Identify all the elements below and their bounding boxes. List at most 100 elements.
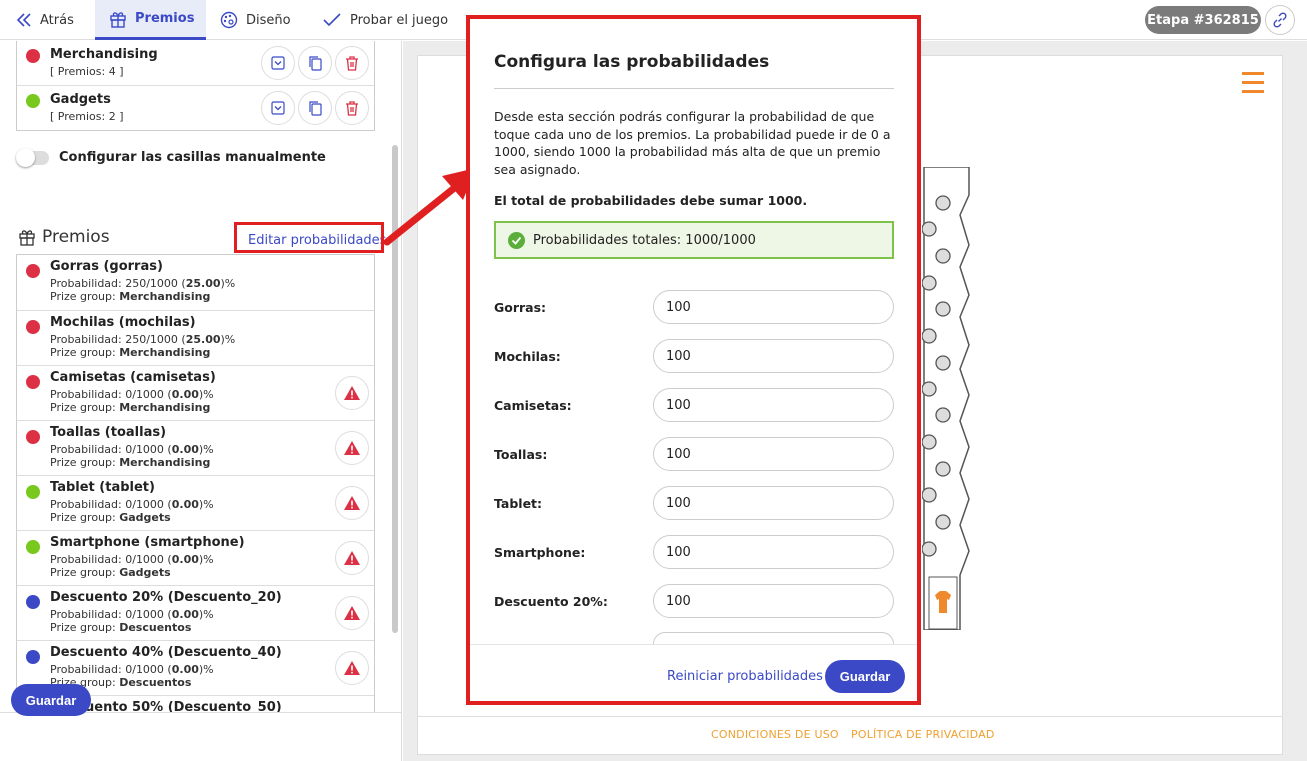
warning-button[interactable]: [335, 596, 369, 630]
modal-divider: [494, 88, 894, 89]
prize-probability: Probabilidad: 0/1000 (0.00)%: [50, 553, 214, 566]
prize-group: Prize group: Merchandising: [50, 401, 211, 414]
prize-row[interactable]: Toallas (toallas) Probabilidad: 0/1000 (0…: [17, 420, 374, 475]
warning-button[interactable]: [335, 651, 369, 685]
probability-input[interactable]: [653, 339, 894, 373]
modal-description: Desde esta sección podrás configurar la …: [494, 109, 891, 177]
probability-label: Mochilas:: [494, 349, 561, 364]
prize-list: Gorras (gorras) Probabilidad: 250/1000 (2…: [16, 254, 375, 751]
warning-icon: [344, 386, 360, 400]
warning-button[interactable]: [335, 431, 369, 465]
collapse-button[interactable]: [261, 91, 295, 125]
prize-probability: Probabilidad: 0/1000 (0.00)%: [50, 663, 214, 676]
manual-cells-toggle[interactable]: [16, 148, 49, 167]
group-count: [ Premios: 4 ]: [50, 65, 124, 78]
copy-icon: [309, 101, 322, 116]
prize-name: Smartphone (smartphone): [50, 535, 245, 550]
success-alert: Probabilidades totales: 1000/1000: [494, 221, 894, 259]
probability-input[interactable]: [653, 437, 894, 471]
prize-probability: Probabilidad: 0/1000 (0.00)%: [50, 498, 214, 511]
prize-name: Descuento 20% (Descuento_20): [50, 590, 282, 605]
warning-icon: [344, 661, 360, 675]
delete-button[interactable]: [335, 46, 369, 80]
terms-link[interactable]: CONDICIONES DE USO: [711, 728, 839, 741]
premios-heading-label: Premios: [42, 227, 110, 247]
prize-row[interactable]: Mochilas (mochilas) Probabilidad: 250/100…: [17, 310, 374, 365]
probability-input[interactable]: [653, 486, 894, 520]
prize-name: Mochilas (mochilas): [50, 315, 196, 330]
prize-color-dot: [26, 540, 40, 554]
trash-icon: [346, 101, 358, 116]
prize-color-dot: [26, 595, 40, 609]
palette-icon: [220, 11, 238, 29]
group-name: Gadgets: [50, 92, 111, 107]
prize-group: Prize group: Merchandising: [50, 290, 211, 303]
copy-icon: [309, 56, 322, 71]
modal-total-note: El total de probabilidades debe sumar 10…: [494, 193, 808, 208]
save-button[interactable]: Guardar: [11, 684, 91, 716]
warning-icon: [344, 606, 360, 620]
warning-button[interactable]: [335, 376, 369, 410]
left-footer: [0, 712, 401, 761]
chevron-down-box-icon: [271, 101, 285, 115]
hamburger-menu-icon[interactable]: [1242, 72, 1264, 99]
prize-color-dot: [26, 485, 40, 499]
prize-row[interactable]: Camisetas (camisetas) Probabilidad: 0/100…: [17, 365, 374, 420]
privacy-link[interactable]: POLÍTICA DE PRIVACIDAD: [851, 728, 995, 741]
duplicate-button[interactable]: [298, 46, 332, 80]
probability-input[interactable]: [653, 584, 894, 618]
group-row: Gadgets [ Premios: 2 ]: [17, 85, 374, 130]
duplicate-button[interactable]: [298, 91, 332, 125]
prize-name: Toallas (toallas): [50, 425, 167, 440]
tab-premios[interactable]: Premios: [95, 0, 206, 40]
prize-probability: Probabilidad: 0/1000 (0.00)%: [50, 388, 214, 401]
warning-icon: [344, 551, 360, 565]
prize-group: Prize group: Gadgets: [50, 566, 171, 579]
double-chevron-left-icon: [16, 13, 31, 27]
reset-probabilities-link[interactable]: Reiniciar probabilidades: [667, 669, 823, 684]
prize-row[interactable]: Tablet (tablet) Probabilidad: 0/1000 (0.0…: [17, 475, 374, 530]
prize-name: Gorras (gorras): [50, 259, 163, 274]
modal-save-button[interactable]: Guardar: [825, 660, 905, 693]
probability-label: Tablet:: [494, 496, 543, 511]
tab-diseno[interactable]: Diseño: [220, 0, 291, 40]
trash-icon: [346, 56, 358, 71]
tab-diseno-label: Diseño: [246, 12, 291, 28]
tab-probar[interactable]: Probar el juego: [322, 0, 448, 40]
warning-button[interactable]: [335, 486, 369, 520]
probability-input-partial[interactable]: [653, 632, 894, 644]
modal-title: Configura las probabilidades: [494, 52, 770, 72]
prize-name: Descuento 40% (Descuento_40): [50, 645, 282, 660]
check-icon: [323, 13, 341, 27]
modal-footer-divider: [469, 644, 918, 645]
prize-group: Prize group: Gadgets: [50, 511, 171, 524]
group-row: Merchandising [ Premios: 4 ]: [17, 41, 374, 85]
back-button[interactable]: Atrás: [16, 0, 74, 40]
group-list: Merchandising [ Premios: 4 ] Gadgets [ P…: [16, 41, 375, 131]
warning-icon: [344, 441, 360, 455]
toggle-label: Configurar las casillas manualmente: [59, 150, 326, 165]
warning-button[interactable]: [335, 541, 369, 575]
tab-probar-label: Probar el juego: [350, 12, 449, 28]
group-color-dot: [26, 94, 40, 108]
prize-row[interactable]: Descuento 20% (Descuento_20) Probabilidad…: [17, 585, 374, 640]
probability-label: Gorras:: [494, 300, 547, 315]
probability-input[interactable]: [653, 388, 894, 422]
group-color-dot: [26, 49, 40, 63]
probability-input[interactable]: [653, 535, 894, 569]
warning-icon: [344, 496, 360, 510]
probability-input[interactable]: [653, 290, 894, 324]
collapse-button[interactable]: [261, 46, 295, 80]
delete-button[interactable]: [335, 91, 369, 125]
prize-row[interactable]: Smartphone (smartphone) Probabilidad: 0/1…: [17, 530, 374, 585]
prize-row[interactable]: Gorras (gorras) Probabilidad: 250/1000 (2…: [17, 255, 374, 310]
probability-label: Camisetas:: [494, 398, 572, 413]
check-circle-icon: [508, 231, 525, 249]
prize-probability: Probabilidad: 0/1000 (0.00)%: [50, 608, 214, 621]
link-button[interactable]: [1265, 5, 1295, 35]
preview-footer-divider: [417, 716, 1283, 717]
left-panel: Merchandising [ Premios: 4 ] Gadgets [ P…: [0, 41, 402, 761]
premios-heading: Premios: [18, 227, 110, 247]
tab-premios-label: Premios: [135, 11, 195, 26]
prize-color-dot: [26, 320, 40, 334]
